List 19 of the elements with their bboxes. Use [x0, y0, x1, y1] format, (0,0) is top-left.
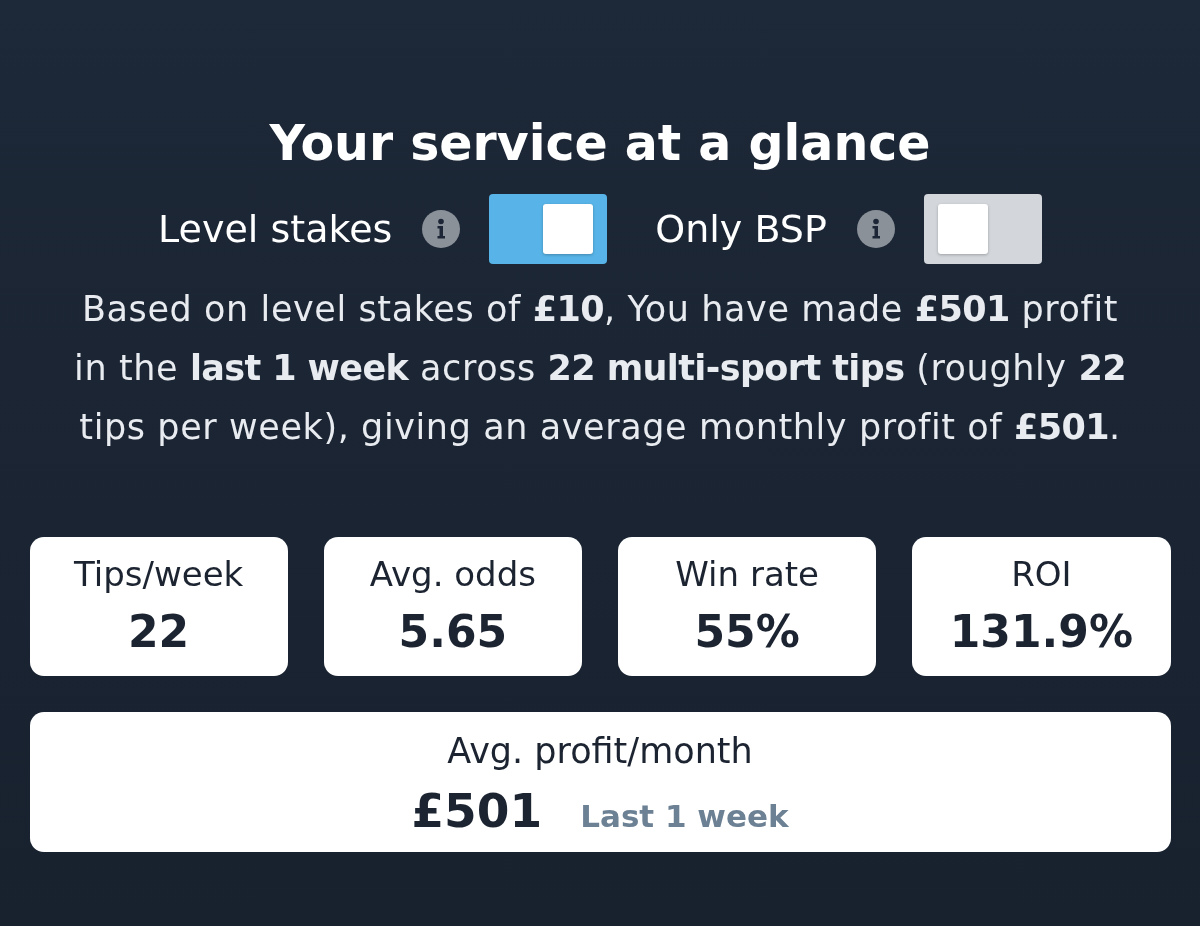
stat-label: Avg. odds: [369, 553, 536, 595]
summary-paragraph: Based on level stakes of £10, You have made £501 profit in the last 1 week across 22 multi-sport tips (roughly 22 tips per week), giving an average monthly profit of £501.: [73, 288, 1127, 449]
stat-label: Tips/week: [74, 553, 244, 595]
stat-value: 131.9%: [949, 605, 1133, 659]
profit-label: Avg. profit/month: [447, 730, 753, 772]
stat-value: 22: [128, 605, 190, 659]
stat-label: Win rate: [675, 553, 819, 595]
page-title: Your service at a glance: [269, 114, 931, 174]
toggle-label: Only BSP: [655, 206, 827, 252]
info-icon[interactable]: [856, 210, 895, 248]
stat-label: ROI: [1011, 553, 1072, 595]
info-icon[interactable]: [422, 210, 461, 248]
stat-value: 55%: [694, 605, 800, 659]
toggle-switch[interactable]: [923, 194, 1042, 264]
profit-value: £501: [411, 784, 543, 838]
stat-value: 5.65: [398, 605, 508, 659]
profit-period: Last 1 week: [580, 797, 789, 836]
toggle-label: Level stakes: [158, 206, 393, 252]
toggle-switch[interactable]: [489, 194, 608, 264]
